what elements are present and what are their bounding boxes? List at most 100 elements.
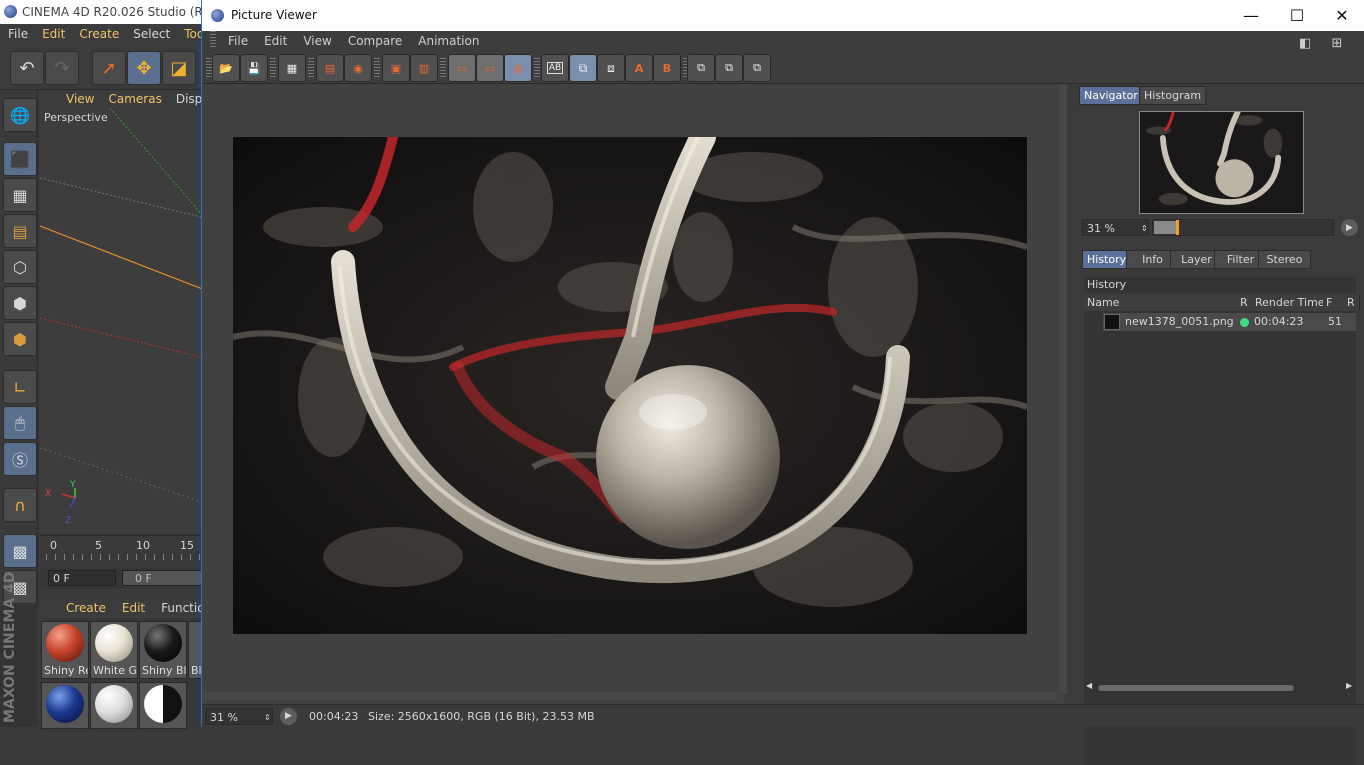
folder-open-icon: 📂 <box>219 61 233 75</box>
column-header-name[interactable]: Name <box>1084 295 1240 311</box>
navigator-zoom-slider[interactable] <box>1152 219 1334 236</box>
ab-option-3-button[interactable]: ⧉ <box>743 54 771 82</box>
canvas-horizontal-scrollbar[interactable] <box>202 692 1057 700</box>
tab-navigator[interactable]: Navigator <box>1079 86 1143 105</box>
edges-mode-button[interactable]: ⬢ <box>3 286 37 320</box>
scale-tool-button[interactable]: ◪ <box>162 51 196 85</box>
ab-swap-button[interactable]: ⧈ <box>597 54 625 82</box>
viewport-menu-cameras[interactable]: Cameras <box>108 90 161 108</box>
image-canvas-area[interactable] <box>202 84 1064 704</box>
grid-plane-icon: ▤ <box>12 221 28 241</box>
c4d-menu-create[interactable]: Create <box>79 24 119 44</box>
canvas-vertical-scrollbar[interactable] <box>1059 84 1067 694</box>
set-as-a-button[interactable]: A <box>625 54 653 82</box>
region-grid-icon: ▦ <box>286 61 298 75</box>
stop-render-button[interactable]: ▥ <box>410 54 438 82</box>
model-mode-button[interactable]: ⬛ <box>3 142 37 176</box>
column-header-r2[interactable]: R <box>1344 295 1360 311</box>
texture-mode-button[interactable]: ▦ <box>3 178 37 212</box>
region-render-button[interactable]: ▦ <box>278 54 306 82</box>
axis-x-label: X <box>45 489 52 499</box>
minimize-button[interactable]: — <box>1228 0 1274 31</box>
undo-button[interactable]: ↶ <box>10 51 44 85</box>
c4d-menu-file[interactable]: File <box>8 24 28 44</box>
history-horizontal-scrollbar[interactable]: ◀ ▶ <box>1084 681 1356 693</box>
stop-render-icon: ▥ <box>418 61 430 75</box>
zoom-slider-handle[interactable] <box>1176 220 1179 235</box>
select-tool-button[interactable]: ➚ <box>92 51 126 85</box>
ab-option-1-button[interactable]: ⧉ <box>687 54 715 82</box>
interactive-render-button[interactable]: ◉ <box>344 54 372 82</box>
navigator-zoom-value: 31 % <box>1087 222 1115 235</box>
spinner-icon[interactable]: ⇕ <box>264 709 271 726</box>
pv-menu-file[interactable]: File <box>228 31 248 52</box>
pv-menu-edit[interactable]: Edit <box>264 31 287 52</box>
picture-viewer-toolbar: 📂 💾 ▦ ▤ ◉ ▣ ▥ ▭ ▭ ◍ AB ⧉ ⧈ A B ⧉ ⧉ ⧉ <box>202 52 1364 84</box>
view-overlay-button[interactable]: ▭ <box>476 54 504 82</box>
tab-stereo[interactable]: Stereo <box>1258 250 1311 269</box>
redo-button[interactable]: ↷ <box>45 51 79 85</box>
move-tool-button[interactable]: ✥ <box>127 51 161 85</box>
set-as-b-button[interactable]: B <box>653 54 681 82</box>
ab-compare-label: AB <box>546 62 564 74</box>
pv-menu-view[interactable]: View <box>303 31 331 52</box>
material-swatch-row2-1[interactable] <box>41 682 89 729</box>
panel-layout-icon[interactable]: ◧ <box>1299 36 1311 51</box>
timeline-ticks <box>46 554 204 560</box>
ab-split-button[interactable]: ⧉ <box>569 54 597 82</box>
copy-to-clipboard-button[interactable]: ▣ <box>382 54 410 82</box>
polygons-mode-button[interactable]: ⬢ <box>3 322 37 356</box>
c4d-menu-edit[interactable]: Edit <box>42 24 65 44</box>
navigator-zoom-field[interactable]: 31 % ⇕ <box>1082 219 1149 236</box>
maximize-button[interactable]: ☐ <box>1274 0 1320 31</box>
tab-history[interactable]: History <box>1082 250 1132 269</box>
view-single-button[interactable]: ▭ <box>448 54 476 82</box>
locked-workplane-button[interactable]: ▩ <box>3 534 37 568</box>
snap-button[interactable]: ∩ <box>3 488 37 522</box>
spinner-icon[interactable]: ⇕ <box>1141 220 1148 237</box>
preview-range-slider[interactable]: 0 F <box>122 570 205 586</box>
zoom-apply-button[interactable]: ▶ <box>1341 219 1358 236</box>
scroll-left-icon[interactable]: ◀ <box>1086 681 1092 690</box>
open-image-button[interactable]: 📂 <box>212 54 240 82</box>
close-button[interactable]: ✕ <box>1319 0 1364 31</box>
scroll-right-icon[interactable]: ▶ <box>1346 681 1352 690</box>
scrollbar-thumb[interactable] <box>1098 685 1294 691</box>
tweak-mode-button[interactable]: 🖱 <box>3 406 37 440</box>
globe-tool-button[interactable]: 🌐 <box>3 98 37 132</box>
status-zoom-apply-button[interactable]: ▶ <box>280 708 297 725</box>
timeline-ruler[interactable]: 0 5 10 15 <box>40 535 205 567</box>
navigator-thumbnail[interactable] <box>1139 111 1304 214</box>
axis-mode-button[interactable]: ∟ <box>3 370 37 404</box>
material-swatch-row2-2[interactable] <box>90 682 138 729</box>
workplane-button[interactable]: ▤ <box>3 214 37 248</box>
render-settings-button[interactable]: ▤ <box>316 54 344 82</box>
table-row[interactable]: new1378_0051.png 00:04:23 51 <box>1103 313 1356 331</box>
pv-menu-animation[interactable]: Animation <box>418 31 479 52</box>
status-render-time: 00:04:23 <box>309 710 359 723</box>
material-menu-edit[interactable]: Edit <box>122 598 145 618</box>
ab-compare-button[interactable]: AB <box>541 54 569 82</box>
material-preview-ball <box>95 624 133 662</box>
column-header-render-time[interactable]: Render Time <box>1252 295 1326 311</box>
save-image-button[interactable]: 💾 <box>240 54 268 82</box>
material-swatch-shiny-red[interactable]: Shiny Re <box>41 621 89 679</box>
material-swatch-shiny-black[interactable]: Shiny Bl <box>139 621 187 679</box>
snap-settings-button[interactable]: Ⓢ <box>3 442 37 476</box>
new-panel-icon[interactable]: ⊞ <box>1331 36 1342 51</box>
history-file-name: new1378_0051.png <box>1125 315 1234 328</box>
material-swatch-white[interactable]: White G <box>90 621 138 679</box>
current-frame-field[interactable]: 0 F <box>48 570 116 586</box>
perspective-viewport[interactable]: Perspective X Y Z <box>40 108 205 533</box>
ab-option-2-button[interactable]: ⧉ <box>715 54 743 82</box>
pv-menu-compare[interactable]: Compare <box>348 31 402 52</box>
points-mode-button[interactable]: ⬡ <box>3 250 37 284</box>
c4d-menu-select[interactable]: Select <box>133 24 170 44</box>
status-zoom-field[interactable]: 31 % ⇕ <box>205 708 273 725</box>
viewport-grid <box>40 108 205 509</box>
view-compare-button[interactable]: ◍ <box>504 54 532 82</box>
viewport-menu-view[interactable]: View <box>66 90 94 108</box>
material-swatch-row2-3[interactable] <box>139 682 187 729</box>
material-menu-create[interactable]: Create <box>66 598 106 618</box>
tab-histogram[interactable]: Histogram <box>1139 86 1207 105</box>
